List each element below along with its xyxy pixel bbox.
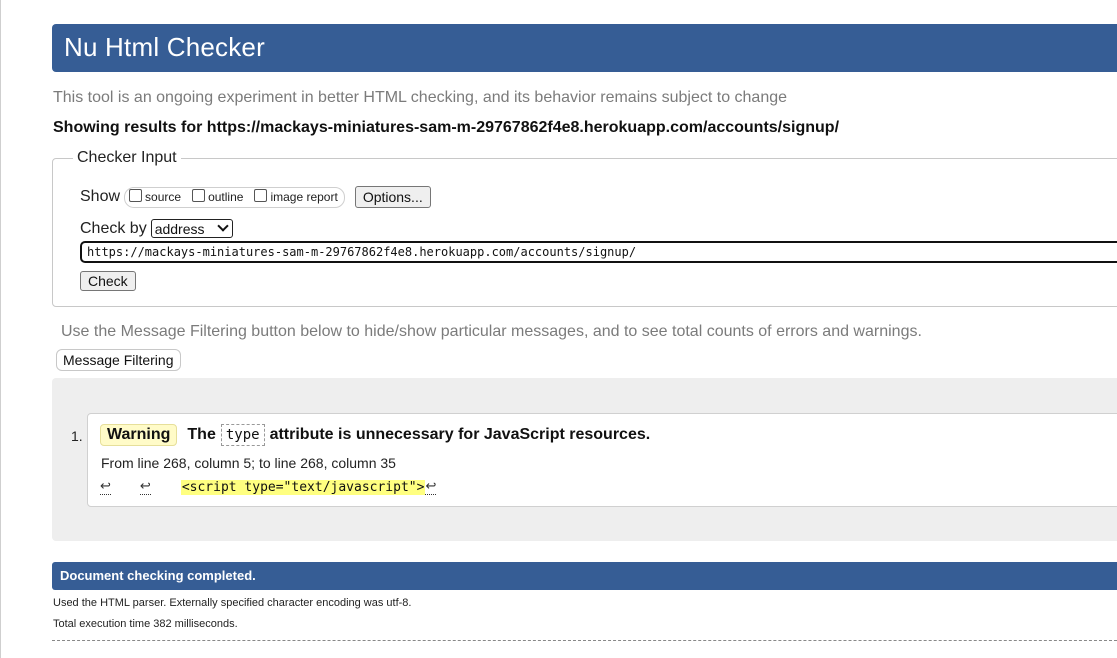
message-location: From line 268, column 5; to line 268, co… xyxy=(101,455,396,471)
bottom-divider xyxy=(52,640,1117,641)
parser-info: Used the HTML parser. Externally specifi… xyxy=(53,597,412,609)
message-text-after: attribute is unnecessary for JavaScript … xyxy=(269,426,651,443)
image-report-checkbox-label: image report xyxy=(270,190,338,204)
message-filtering-button[interactable]: Message Filtering xyxy=(56,349,181,371)
highlighted-extract: <script type="text/javascript"> xyxy=(180,480,426,495)
show-label: Show xyxy=(80,188,121,205)
message-code-word: type xyxy=(220,424,265,446)
checker-input-legend: Checker Input xyxy=(73,149,181,167)
chevron-down-icon xyxy=(217,220,229,232)
show-source-option[interactable]: source xyxy=(129,188,182,204)
message-number: 1. xyxy=(71,428,83,444)
message-heading: Warning The type attribute is unnecessary … xyxy=(100,424,650,446)
url-input-value: https://mackays-miniatures-sam-m-2976786… xyxy=(87,245,637,259)
message-text: The type attribute is unnecessary for Java… xyxy=(187,424,651,446)
completion-text: Document checking completed. xyxy=(60,568,256,583)
checker-input-fieldset: Checker Input Show source outline image … xyxy=(52,149,1117,307)
linefeed-icon: ↩ xyxy=(139,479,151,495)
check-by-row: Check by address xyxy=(80,219,233,238)
check-by-selected-value: address xyxy=(154,220,205,237)
page-header: Nu Html Checker xyxy=(52,24,1117,72)
warning-badge: Warning xyxy=(100,424,178,446)
show-outline-option[interactable]: outline xyxy=(192,188,244,204)
url-input[interactable]: https://mackays-miniatures-sam-m-2976786… xyxy=(80,241,1117,263)
page-title: Nu Html Checker xyxy=(64,32,265,62)
source-checkbox[interactable] xyxy=(129,188,143,202)
completion-bar: Document checking completed. xyxy=(52,562,1117,590)
outline-checkbox[interactable] xyxy=(192,188,206,202)
left-edge-rule xyxy=(0,0,1,658)
outline-checkbox-label: outline xyxy=(208,190,244,204)
execution-time-info: Total execution time 382 milliseconds. xyxy=(53,618,238,630)
message-item: Warning The type attribute is unnecessary … xyxy=(87,413,1117,507)
source-checkbox-label: source xyxy=(145,190,182,204)
show-row: Show source outline image report Options… xyxy=(80,186,431,208)
tagline: This tool is an ongoing experiment in be… xyxy=(53,89,788,106)
show-image-report-option[interactable]: image report xyxy=(254,188,338,204)
filter-hint: Use the Message Filtering button below t… xyxy=(61,323,922,340)
message-text-before: The xyxy=(187,426,216,443)
results-panel: 1. Warning The type attribute is unnecessa… xyxy=(52,378,1117,541)
show-options-group: source outline image report xyxy=(124,186,345,208)
check-by-label: Check by xyxy=(80,219,147,237)
linefeed-icon: ↩ xyxy=(100,479,111,495)
linefeed-icon: ↩ xyxy=(425,479,437,495)
results-for-heading: Showing results for https://mackays-mini… xyxy=(53,119,840,136)
check-button[interactable]: Check xyxy=(80,271,136,291)
message-extract: ↩ ↩ <script type="text/javascript"> ↩ xyxy=(100,479,437,495)
check-by-select[interactable]: address xyxy=(150,219,233,238)
options-button[interactable]: Options... xyxy=(354,186,431,208)
image-report-checkbox[interactable] xyxy=(254,188,268,202)
